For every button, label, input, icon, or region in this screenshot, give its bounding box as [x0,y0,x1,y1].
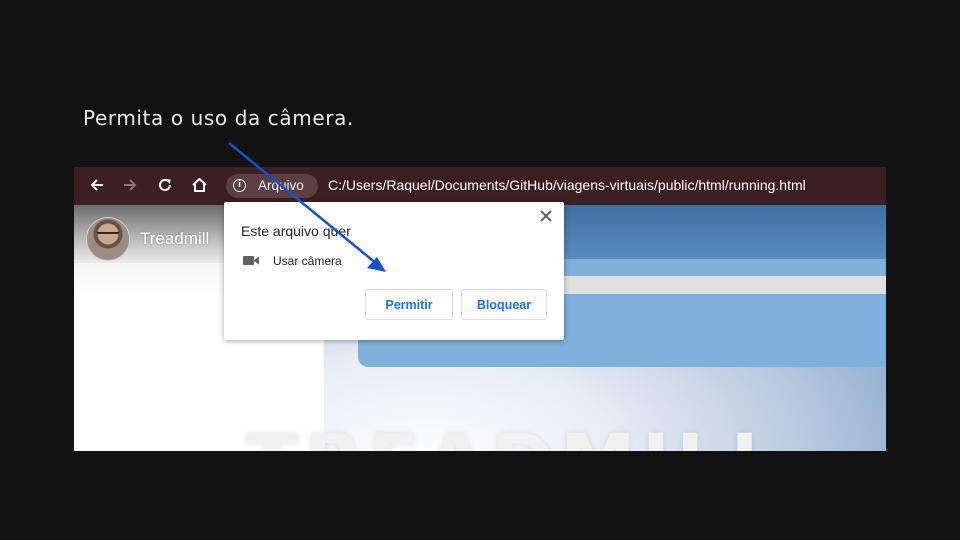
browser-toolbar: i Arquivo C:/Users/Raquel/Documents/GitH… [74,167,886,205]
arrow-left-icon [90,179,103,191]
camera-icon [243,256,259,265]
close-icon [540,210,552,222]
dialog-heading: Este arquivo quer [241,223,351,239]
arrow-right-icon [124,179,137,191]
permission-label: Usar câmera [273,254,342,268]
close-button[interactable] [538,208,554,224]
avatar[interactable] [86,217,130,261]
hero-text: TREADMILL [246,417,785,451]
site-info-label: Arquivo [258,178,304,193]
forward-button[interactable] [119,175,141,197]
site-info-chip[interactable]: i Arquivo [226,174,318,198]
allow-button[interactable]: Permitir [365,289,453,320]
reload-button[interactable] [154,175,176,197]
home-button[interactable] [188,175,210,197]
page-title: Treadmill [140,229,210,248]
avatar-glasses [97,232,119,238]
back-button[interactable] [86,175,108,197]
block-button[interactable]: Bloquear [461,289,547,320]
hero-bar [558,276,886,294]
info-icon: i [233,179,246,192]
slide: Permita o uso da câmera. i Arquivo C:/Us… [0,0,960,540]
home-icon [191,177,207,192]
instruction-text: Permita o uso da câmera. [83,106,354,130]
permission-dialog: Este arquivo quer Usar câmera Permitir B… [224,202,564,340]
reload-icon [159,178,171,191]
address-bar[interactable]: C:/Users/Raquel/Documents/GitHub/viagens… [328,177,806,193]
